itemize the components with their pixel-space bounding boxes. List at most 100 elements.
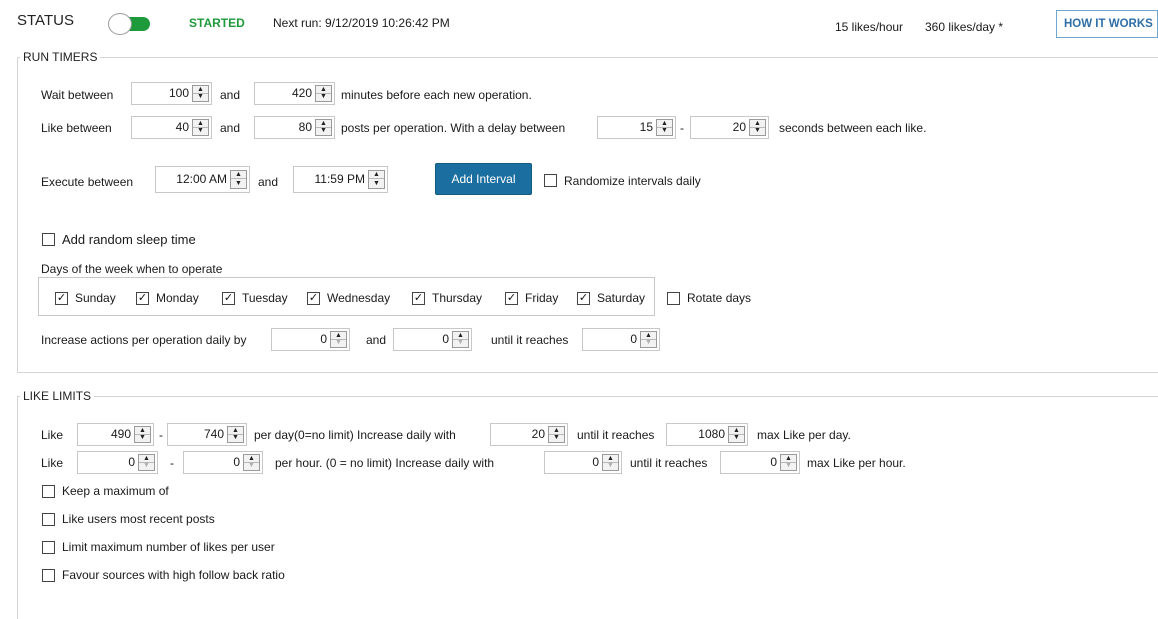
execute-end-picker[interactable]: 11:59 PM ▲ ▼ (293, 166, 388, 193)
like-hour-increase-stepper[interactable]: 0 ▲ ▼ (544, 451, 622, 474)
day-checkbox-saturday[interactable]: ✓ (577, 292, 590, 305)
day-label-wednesday: Wednesday (327, 291, 391, 305)
rotate-days-label: Rotate days (687, 291, 752, 305)
spin-arrows-icon[interactable]: ▲ ▼ (243, 454, 260, 471)
wait-between-label: Wait between (41, 88, 114, 102)
spin-arrows-icon[interactable]: ▲ ▼ (602, 454, 619, 471)
delay-min-value: 15 (639, 120, 653, 134)
delay-min-stepper[interactable]: 15 ▲ ▼ (597, 116, 676, 139)
likes-per-day: 360 likes/day * (925, 20, 1004, 34)
like-day-limit-value: 1080 (698, 427, 725, 441)
spin-arrows-icon[interactable]: ▲ ▼ (192, 85, 209, 102)
like-hour-max-stepper[interactable]: 0 ▲ ▼ (183, 451, 263, 474)
like-hour-mid-label: per hour. (0 = no limit) Increase daily … (275, 456, 495, 470)
spin-arrows-icon[interactable]: ▲ ▼ (315, 85, 332, 102)
spin-arrows-icon[interactable]: ▲ ▼ (452, 331, 469, 348)
rotate-days-checkbox[interactable] (667, 292, 680, 305)
wait-max-value: 420 (291, 86, 312, 100)
spin-arrows-icon[interactable]: ▲ ▼ (780, 454, 797, 471)
day-label-sunday: Sunday (75, 291, 116, 305)
increase-limit-value: 0 (630, 332, 637, 346)
recent-posts-label: Like users most recent posts (62, 512, 215, 526)
day-checkbox-monday[interactable]: ✓ (136, 292, 149, 305)
delay-max-stepper[interactable]: 20 ▲ ▼ (690, 116, 769, 139)
like-max-stepper[interactable]: 80 ▲ ▼ (254, 116, 335, 139)
increase-max-stepper[interactable]: 0 ▲ ▼ (393, 328, 472, 351)
like-day-limit-stepper[interactable]: 1080 ▲ ▼ (666, 423, 748, 446)
spin-arrows-icon[interactable]: ▲ ▼ (192, 119, 209, 136)
delay-max-value: 20 (732, 120, 746, 134)
increase-max-value: 0 (442, 332, 449, 346)
like-limits-legend: LIKE LIMITS (23, 389, 92, 403)
spin-arrows-icon[interactable]: ▲ ▼ (230, 170, 247, 189)
spin-arrows-icon[interactable]: ▲ ▼ (330, 331, 347, 348)
add-interval-button[interactable]: Add Interval (435, 163, 532, 195)
like-hour-min-value: 0 (128, 455, 135, 469)
keep-maximum-checkbox[interactable] (42, 485, 55, 498)
like-hour-increase-value: 0 (592, 455, 599, 469)
execute-start-value: 12:00 AM (176, 172, 227, 186)
like-hour-max-value: 0 (233, 455, 240, 469)
favour-sources-label: Favour sources with high follow back rat… (62, 568, 285, 582)
like-day-until-label: until it reaches (577, 428, 655, 442)
spin-arrows-icon[interactable]: ▲ ▼ (656, 119, 673, 136)
like-day-suffix-label: max Like per day. (757, 428, 851, 442)
like-per-day-label: Like (41, 428, 64, 442)
like-per-hour-label: Like (41, 456, 64, 470)
limit-likes-per-user-label: Limit maximum number of likes per user (62, 540, 275, 554)
spin-arrows-icon[interactable]: ▲ ▼ (368, 170, 385, 189)
delay-dash: - (680, 121, 684, 135)
like-day-increase-stepper[interactable]: 20 ▲ ▼ (490, 423, 568, 446)
execute-end-value: 11:59 PM (314, 172, 365, 186)
increase-actions-label: Increase actions per operation daily by (41, 333, 247, 347)
day-label-saturday: Saturday (597, 291, 646, 305)
like-hour-min-stepper[interactable]: 0 ▲ ▼ (77, 451, 158, 474)
like-min-stepper[interactable]: 40 ▲ ▼ (131, 116, 212, 139)
day-checkbox-sunday[interactable]: ✓ (55, 292, 68, 305)
spin-arrows-icon[interactable]: ▲ ▼ (640, 331, 657, 348)
day-checkbox-wednesday[interactable]: ✓ (307, 292, 320, 305)
like-min-value: 40 (175, 120, 189, 134)
limit-likes-per-user-checkbox[interactable] (42, 541, 55, 554)
spin-arrows-icon[interactable]: ▲ ▼ (227, 426, 244, 443)
like-between-label: Like between (41, 121, 112, 135)
spin-arrows-icon[interactable]: ▲ ▼ (749, 119, 766, 136)
random-sleep-checkbox[interactable] (42, 233, 55, 246)
like-day-increase-value: 20 (531, 427, 545, 441)
random-sleep-label: Add random sleep time (62, 232, 196, 247)
toggle-knob (108, 13, 132, 35)
like-hour-limit-value: 0 (770, 455, 777, 469)
like-hour-suffix-label: max Like per hour. (807, 456, 906, 470)
like-hour-dash: - (170, 456, 174, 470)
like-day-dash: - (159, 428, 163, 442)
spin-arrows-icon[interactable]: ▲ ▼ (138, 454, 155, 471)
wait-min-value: 100 (168, 86, 189, 100)
next-run-text: Next run: 9/12/2019 10:26:42 PM (273, 16, 450, 30)
randomize-intervals-checkbox[interactable] (544, 174, 557, 187)
like-day-min-value: 490 (110, 427, 131, 441)
wait-max-stepper[interactable]: 420 ▲ ▼ (254, 82, 335, 105)
randomize-intervals-label: Randomize intervals daily (564, 174, 701, 188)
wait-min-stepper[interactable]: 100 ▲ ▼ (131, 82, 212, 105)
like-max-value: 80 (298, 120, 312, 134)
like-day-max-stepper[interactable]: 740 ▲ ▼ (167, 423, 247, 446)
spin-arrows-icon[interactable]: ▲ ▼ (134, 426, 151, 443)
like-day-min-stepper[interactable]: 490 ▲ ▼ (77, 423, 154, 446)
like-hour-limit-stepper[interactable]: 0 ▲ ▼ (720, 451, 800, 474)
day-checkbox-thursday[interactable]: ✓ (412, 292, 425, 305)
spin-arrows-icon[interactable]: ▲ ▼ (728, 426, 745, 443)
like-hour-until-label: until it reaches (630, 456, 708, 470)
keep-maximum-label: Keep a maximum of (62, 484, 169, 498)
delay-suffix-label: seconds between each like. (779, 121, 927, 135)
increase-min-stepper[interactable]: 0 ▲ ▼ (271, 328, 350, 351)
day-checkbox-tuesday[interactable]: ✓ (222, 292, 235, 305)
spin-arrows-icon[interactable]: ▲ ▼ (315, 119, 332, 136)
recent-posts-checkbox[interactable] (42, 513, 55, 526)
spin-arrows-icon[interactable]: ▲ ▼ (548, 426, 565, 443)
day-checkbox-friday[interactable]: ✓ (505, 292, 518, 305)
status-toggle[interactable] (108, 13, 154, 35)
how-it-works-button[interactable]: HOW IT WORKS (1056, 10, 1158, 38)
favour-sources-checkbox[interactable] (42, 569, 55, 582)
execute-start-picker[interactable]: 12:00 AM ▲ ▼ (155, 166, 250, 193)
increase-limit-stepper[interactable]: 0 ▲ ▼ (582, 328, 660, 351)
